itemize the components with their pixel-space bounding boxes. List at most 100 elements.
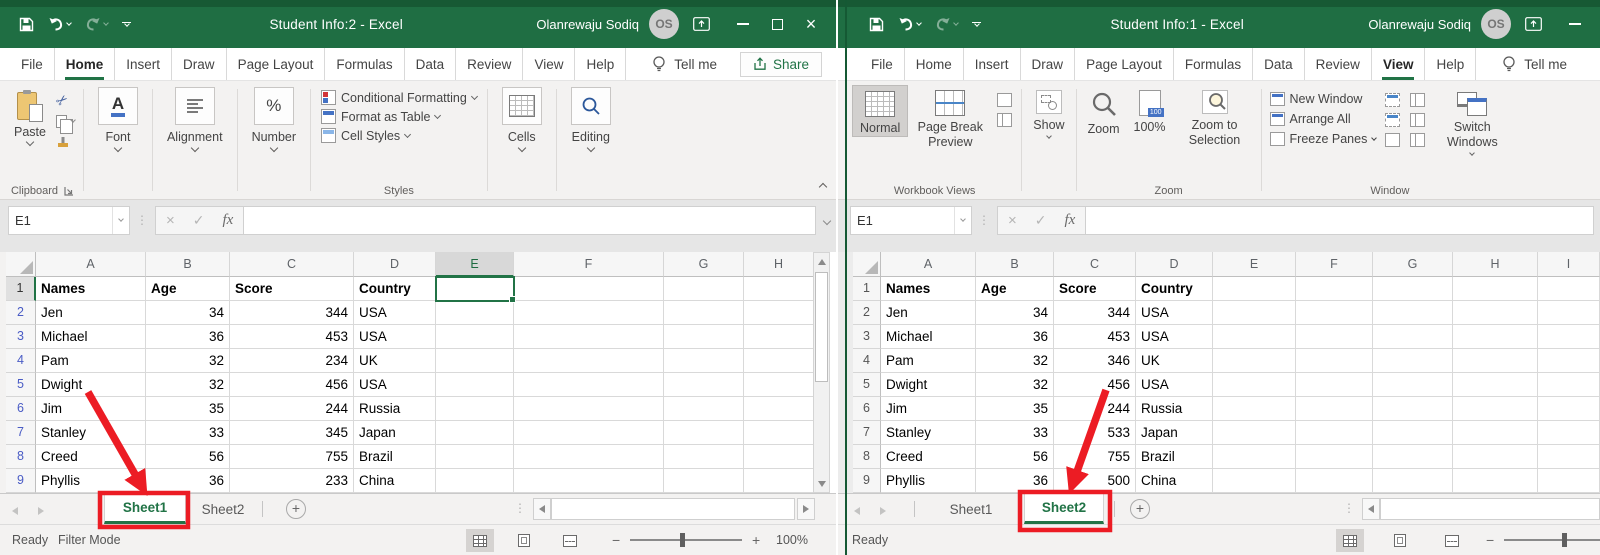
grid-cell-c5[interactable]: 456 [230, 373, 354, 397]
clipboard-dialog-launcher[interactable] [64, 186, 74, 196]
new-sheet-button[interactable]: + [1130, 499, 1150, 519]
formula-bar-grip[interactable]: ⋮ [136, 213, 149, 227]
grid-cell-g6[interactable] [1373, 397, 1453, 421]
grid-cell-b7[interactable]: 33 [976, 421, 1054, 445]
editing-group-button[interactable]: Editing [561, 85, 621, 199]
view-normal-button[interactable] [1336, 529, 1364, 552]
conditional-formatting-button[interactable]: Conditional Formatting [321, 90, 477, 105]
row-header-9[interactable]: 9 [6, 469, 36, 493]
grid-cell-a5[interactable]: Dwight [36, 373, 146, 397]
sheet-tab-sheet1[interactable]: Sheet1 [938, 494, 1004, 524]
paste-button[interactable]: Paste [6, 85, 54, 145]
grid-cell-e9[interactable] [436, 469, 514, 493]
grid-cell-c5[interactable]: 456 [1054, 373, 1136, 397]
grid-cell-f8[interactable] [1296, 445, 1373, 469]
grid-cell-e8[interactable] [1213, 445, 1296, 469]
grid-cell-g7[interactable] [664, 421, 744, 445]
zoom-in-button[interactable]: + [752, 532, 760, 548]
grid-cell-b8[interactable]: 56 [146, 445, 230, 469]
customize-qat-button[interactable] [967, 18, 986, 31]
column-header-f[interactable]: F [514, 252, 664, 277]
grid-cell-i7[interactable] [1538, 421, 1600, 445]
grid-cell-e6[interactable] [436, 397, 514, 421]
grid-cell-d8[interactable]: Brazil [354, 445, 436, 469]
scroll-left-button[interactable] [533, 498, 551, 520]
row-header-1[interactable]: 1 [6, 277, 36, 301]
grid-cell-f4[interactable] [1296, 349, 1373, 373]
grid-cell-g1[interactable] [664, 277, 744, 301]
grid-cell-c4[interactable]: 346 [1054, 349, 1136, 373]
grid-cell-g9[interactable] [664, 469, 744, 493]
grid-cell-a7[interactable]: Stanley [36, 421, 146, 445]
cancel-icon[interactable]: × [1008, 212, 1017, 229]
view-normal-button[interactable] [466, 529, 494, 552]
format-painter-button[interactable] [56, 135, 75, 149]
grid-cell-c1[interactable]: Score [230, 277, 354, 301]
grid-cell-i1[interactable] [1538, 277, 1600, 301]
arrange-all-button[interactable]: Arrange All [1270, 112, 1377, 126]
cell-styles-button[interactable]: Cell Styles [321, 128, 410, 143]
menu-tab-file[interactable]: File [10, 48, 55, 80]
grid-cell-c7[interactable]: 345 [230, 421, 354, 445]
show-button[interactable]: Show [1026, 85, 1071, 138]
grid-cell-g3[interactable] [1373, 325, 1453, 349]
menu-tab-data[interactable]: Data [1253, 48, 1305, 80]
horizontal-scrollbar[interactable] [1380, 498, 1600, 520]
column-header-h[interactable]: H [1453, 252, 1538, 277]
grid-cell-g6[interactable] [664, 397, 744, 421]
grid-cell-b1[interactable]: Age [976, 277, 1054, 301]
copy-button[interactable] [56, 114, 75, 128]
sheet-tab-sheet2[interactable]: Sheet2 [1024, 494, 1104, 524]
grid-cell-g7[interactable] [1373, 421, 1453, 445]
grid-cell-h7[interactable] [744, 421, 814, 445]
column-header-e[interactable]: E [1213, 252, 1296, 277]
grid-cell-f5[interactable] [1296, 373, 1373, 397]
grid-cell-b4[interactable]: 32 [976, 349, 1054, 373]
grid-cell-b2[interactable]: 34 [146, 301, 230, 325]
row-header-2[interactable]: 2 [853, 301, 881, 325]
font-group-button[interactable]: A Font [88, 85, 148, 199]
menu-tab-page-layout[interactable]: Page Layout [1075, 48, 1174, 80]
column-header-h[interactable]: H [744, 252, 814, 277]
row-header-9[interactable]: 9 [853, 469, 881, 493]
grid-cell-c3[interactable]: 453 [230, 325, 354, 349]
name-box[interactable]: E1 [850, 206, 972, 235]
grid-cell-a3[interactable]: Michael [881, 325, 976, 349]
ribbon-display-options-button[interactable] [1525, 17, 1542, 31]
horizontal-scrollbar[interactable] [551, 498, 795, 520]
customize-qat-button[interactable] [117, 18, 136, 31]
column-header-a[interactable]: A [881, 252, 976, 277]
formula-input[interactable] [1086, 206, 1594, 235]
grid-cell-e7[interactable] [436, 421, 514, 445]
grid-cell-h2[interactable] [1453, 301, 1538, 325]
grid-cell-b1[interactable]: Age [146, 277, 230, 301]
insert-function-icon[interactable]: fx [223, 212, 234, 229]
grid-cell-a9[interactable]: Phyllis [36, 469, 146, 493]
column-header-d[interactable]: D [1136, 252, 1213, 277]
grid-cell-f1[interactable] [514, 277, 664, 301]
menu-tab-formulas[interactable]: Formulas [325, 48, 404, 80]
share-button[interactable]: Share [740, 52, 822, 77]
row-header-1[interactable]: 1 [853, 277, 881, 301]
column-header-c[interactable]: C [230, 252, 354, 277]
number-group-button[interactable]: % Number [242, 85, 306, 199]
grid-cell-a4[interactable]: Pam [881, 349, 976, 373]
scroll-up-button[interactable] [814, 253, 829, 270]
vertical-scrollbar-track[interactable] [814, 270, 829, 475]
unhide-button[interactable] [1385, 133, 1400, 147]
normal-view-button[interactable]: Normal [852, 85, 908, 137]
grid-cell-e2[interactable] [1213, 301, 1296, 325]
column-header-c[interactable]: C [1054, 252, 1136, 277]
grid-cell-b2[interactable]: 34 [976, 301, 1054, 325]
zoom-slider[interactable] [630, 539, 742, 541]
save-icon[interactable] [864, 13, 889, 36]
zoom-100-button[interactable]: 100% [1127, 85, 1173, 135]
grid-cell-h4[interactable] [1453, 349, 1538, 373]
undo-dropdown-icon[interactable] [916, 20, 922, 26]
grid-cell-e5[interactable] [1213, 373, 1296, 397]
collapse-ribbon-button[interactable] [820, 177, 826, 195]
column-header-e[interactable]: E [436, 252, 514, 277]
next-sheet-button[interactable] [38, 502, 44, 520]
avatar[interactable]: OS [649, 9, 679, 39]
grid-cell-e4[interactable] [1213, 349, 1296, 373]
